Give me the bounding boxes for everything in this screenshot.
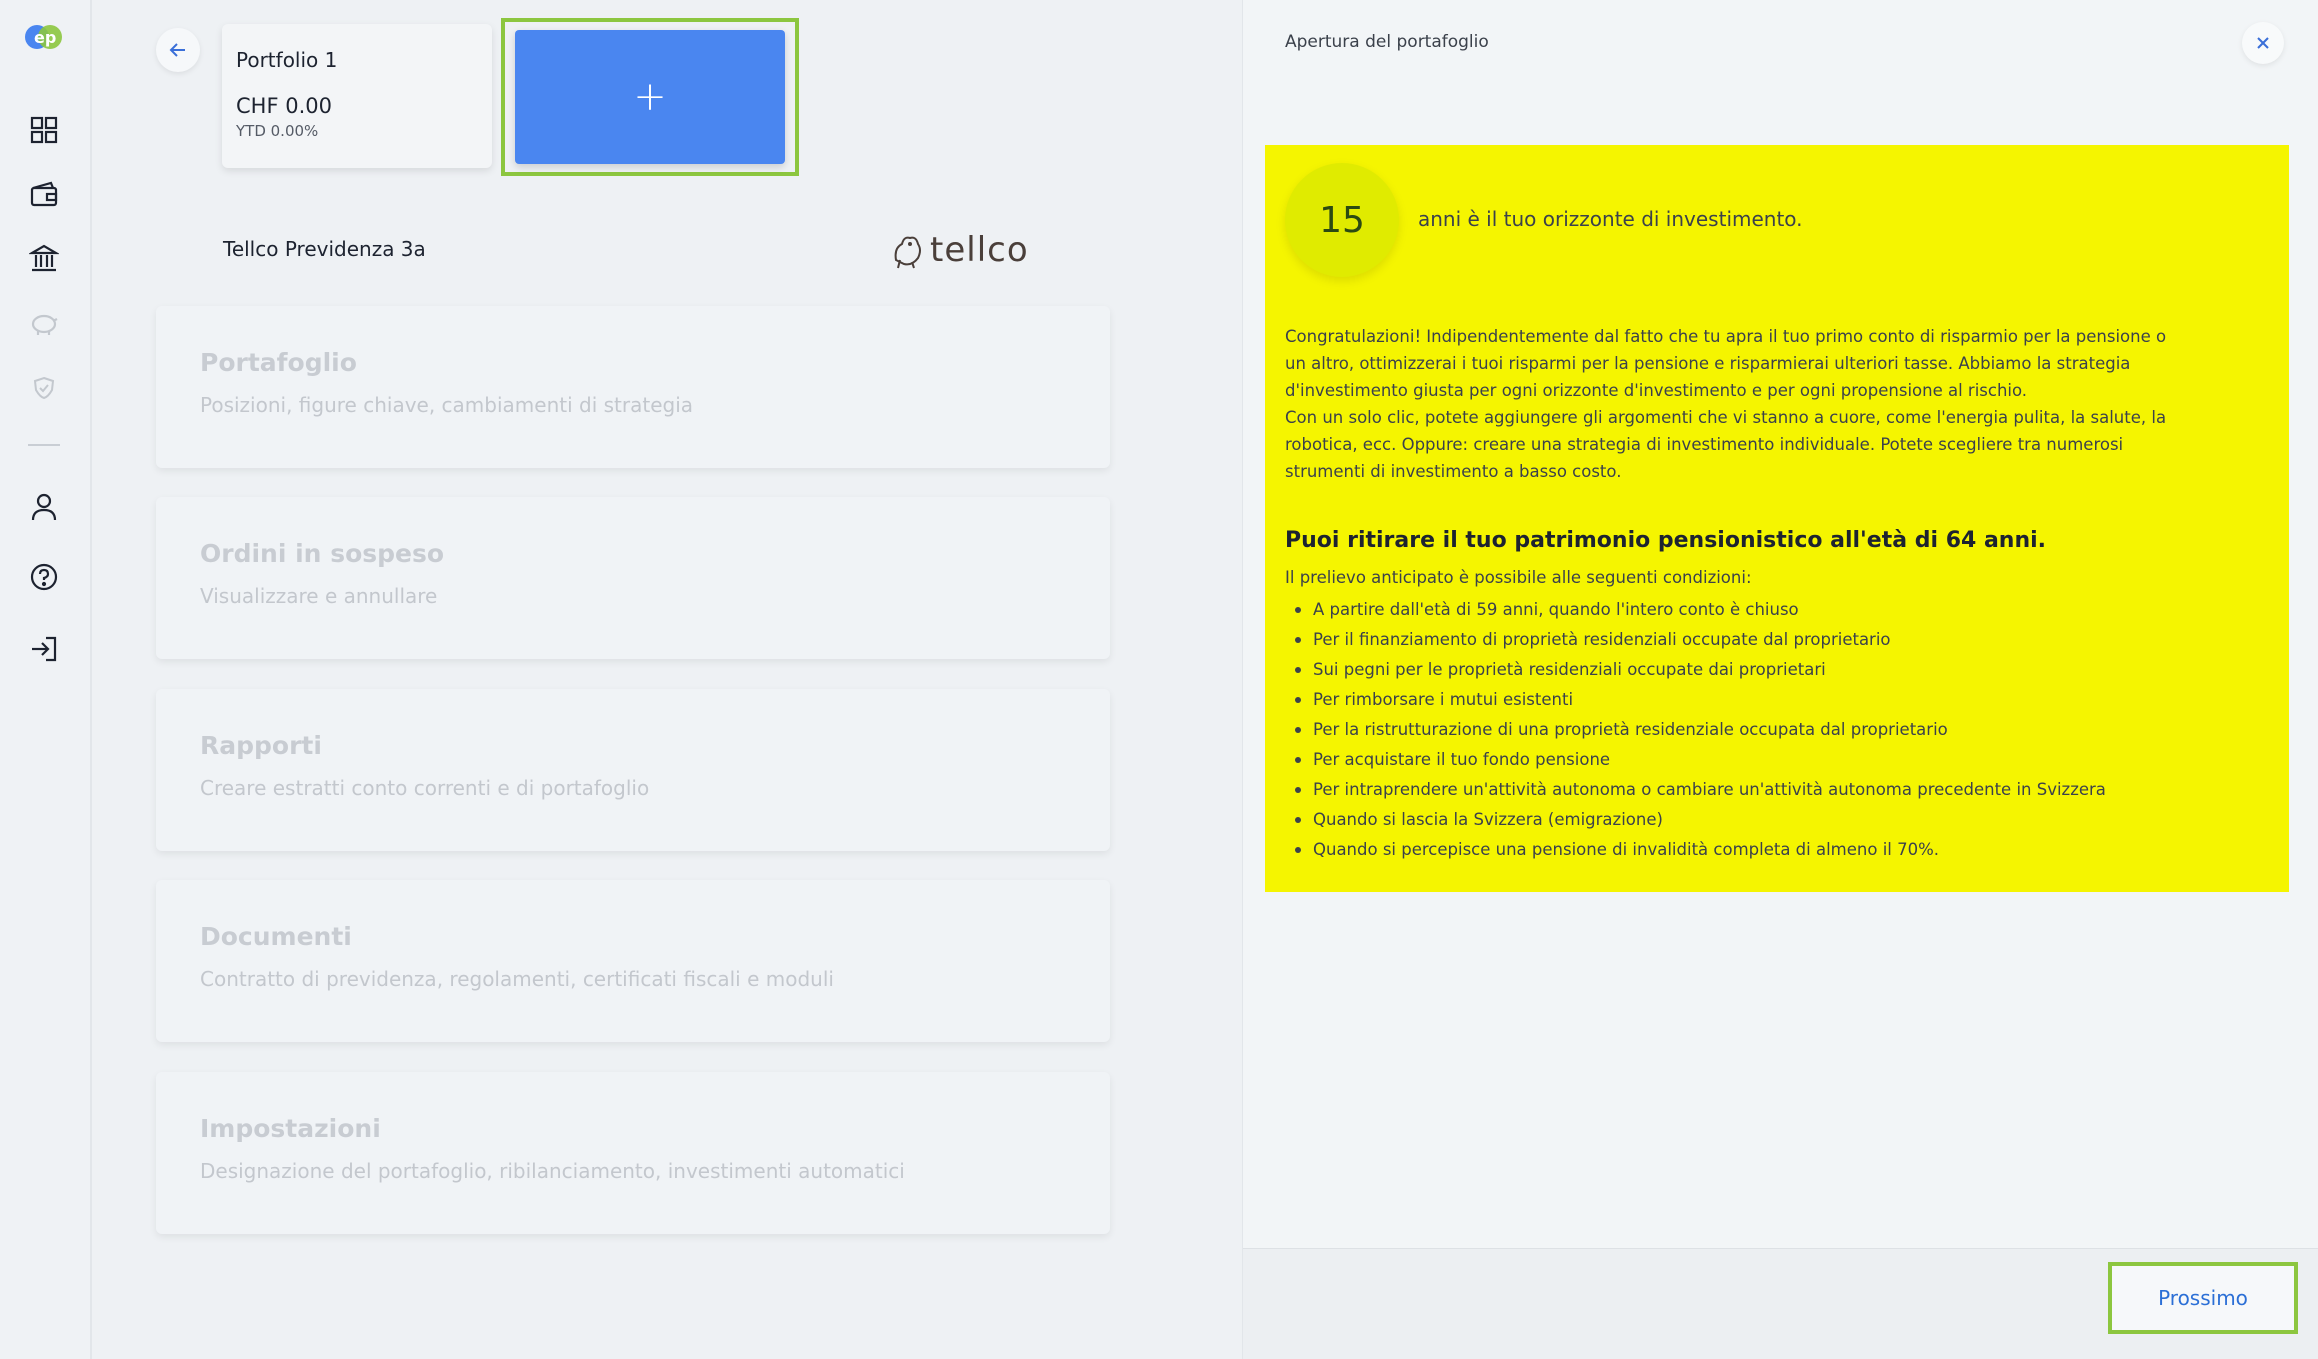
menu-card-title: Rapporti bbox=[200, 731, 322, 760]
intro-line: Con un solo clic, potete aggiungere gli … bbox=[1285, 408, 2167, 427]
menu-card-subtitle: Visualizzare e annullare bbox=[200, 584, 438, 608]
panel-footer: Prossimo bbox=[1243, 1248, 2318, 1359]
intro-text: Congratulazioni! Indipendentemente dal f… bbox=[1285, 323, 2275, 485]
list-item: Quando si percepisce una pensione di inv… bbox=[1287, 835, 2106, 865]
years-badge: 15 bbox=[1285, 163, 1399, 277]
arrow-left-icon bbox=[169, 43, 185, 57]
menu-card-title: Documenti bbox=[200, 922, 352, 951]
back-button[interactable] bbox=[156, 28, 200, 72]
menu-card-portafoglio[interactable]: Portafoglio Posizioni, figure chiave, ca… bbox=[156, 306, 1110, 468]
withdraw-heading: Puoi ritirare il tuo patrimonio pensioni… bbox=[1285, 528, 2047, 553]
tellco-logo: tellco bbox=[890, 228, 1040, 272]
menu-card-title: Impostazioni bbox=[200, 1114, 381, 1143]
sidebar: ep bbox=[0, 0, 92, 1359]
user-icon[interactable] bbox=[26, 489, 62, 525]
help-icon[interactable] bbox=[26, 559, 62, 595]
investment-info-box: 15 anni è il tuo orizzonte di investimen… bbox=[1265, 145, 2289, 892]
intro-line: strumenti di investimento a basso costo. bbox=[1285, 462, 1622, 481]
portfolio-opening-panel: Apertura del portafoglio 15 anni è il tu… bbox=[1242, 0, 2318, 1359]
menu-card-ordini[interactable]: Ordini in sospeso Visualizzare e annulla… bbox=[156, 497, 1110, 659]
tellco-logo-text: tellco bbox=[930, 230, 1029, 270]
next-button[interactable]: Prossimo bbox=[2108, 1262, 2298, 1334]
bank-icon[interactable] bbox=[26, 240, 62, 276]
list-item: Per il finanziamento di proprietà reside… bbox=[1287, 625, 2106, 655]
app-logo[interactable]: ep bbox=[24, 22, 64, 52]
add-portfolio-button[interactable]: + bbox=[515, 30, 785, 164]
logout-icon[interactable] bbox=[26, 631, 62, 667]
portfolio-card[interactable]: Portfolio 1 CHF 0.00 YTD 0.00% bbox=[222, 24, 492, 168]
main-content: Portfolio 1 CHF 0.00 YTD 0.00% + Tellco … bbox=[92, 0, 1242, 1359]
list-item: Quando si lascia la Svizzera (emigrazion… bbox=[1287, 805, 2106, 835]
svg-text:ep: ep bbox=[34, 28, 56, 47]
list-item: Per acquistare il tuo fondo pensione bbox=[1287, 745, 2106, 775]
portfolio-amount: CHF 0.00 bbox=[236, 94, 332, 118]
list-item: Per intraprendere un'attività autonoma o… bbox=[1287, 775, 2106, 805]
intro-line: d'investimento giusta per ogni orizzonte… bbox=[1285, 381, 2028, 400]
tellco-mascot-icon bbox=[894, 236, 921, 269]
menu-card-documenti[interactable]: Documenti Contratto di previdenza, regol… bbox=[156, 880, 1110, 1042]
next-button-label: Prossimo bbox=[2158, 1286, 2248, 1310]
conditions-list: A partire dall'età di 59 anni, quando l'… bbox=[1287, 595, 2106, 865]
piggy-bank-icon[interactable] bbox=[26, 306, 62, 342]
menu-card-subtitle: Contratto di previdenza, regolamenti, ce… bbox=[200, 967, 834, 991]
menu-card-subtitle: Designazione del portafoglio, ribilancia… bbox=[200, 1159, 905, 1183]
menu-card-subtitle: Posizioni, figure chiave, cambiamenti di… bbox=[200, 393, 694, 417]
portfolio-name: Portfolio 1 bbox=[236, 48, 338, 72]
intro-line: robotica, ecc. Oppure: creare una strate… bbox=[1285, 435, 2124, 454]
list-item: Sui pegni per le proprietà residenziali … bbox=[1287, 655, 2106, 685]
intro-line: Congratulazioni! Indipendentemente dal f… bbox=[1285, 327, 2167, 346]
wallet-icon[interactable] bbox=[26, 176, 62, 212]
close-icon bbox=[2257, 37, 2269, 49]
menu-card-title: Portafoglio bbox=[200, 348, 357, 377]
shield-icon[interactable] bbox=[26, 370, 62, 406]
horizon-text: anni è il tuo orizzonte di investimento. bbox=[1418, 207, 1803, 231]
add-portfolio-focus-frame: + bbox=[501, 18, 799, 176]
close-button[interactable] bbox=[2242, 22, 2284, 64]
menu-card-title: Ordini in sospeso bbox=[200, 539, 445, 568]
menu-card-impostazioni[interactable]: Impostazioni Designazione del portafogli… bbox=[156, 1072, 1110, 1234]
portfolio-ytd: YTD 0.00% bbox=[236, 122, 319, 140]
dashboard-icon[interactable] bbox=[26, 112, 62, 148]
nav-divider bbox=[28, 444, 60, 446]
list-item: A partire dall'età di 59 anni, quando l'… bbox=[1287, 595, 2106, 625]
list-item: Per rimborsare i mutui esistenti bbox=[1287, 685, 2106, 715]
panel-title: Apertura del portafoglio bbox=[1285, 32, 1489, 52]
menu-card-rapporti[interactable]: Rapporti Creare estratti conto correnti … bbox=[156, 689, 1110, 851]
intro-line: un altro, ottimizzerai i tuoi risparmi p… bbox=[1285, 354, 2131, 373]
list-item: Per la ristrutturazione di una proprietà… bbox=[1287, 715, 2106, 745]
menu-card-subtitle: Creare estratti conto correnti e di port… bbox=[200, 776, 650, 800]
conditions-intro: Il prelievo anticipato è possibile alle … bbox=[1285, 568, 1752, 587]
product-name: Tellco Previdenza 3a bbox=[223, 237, 426, 261]
